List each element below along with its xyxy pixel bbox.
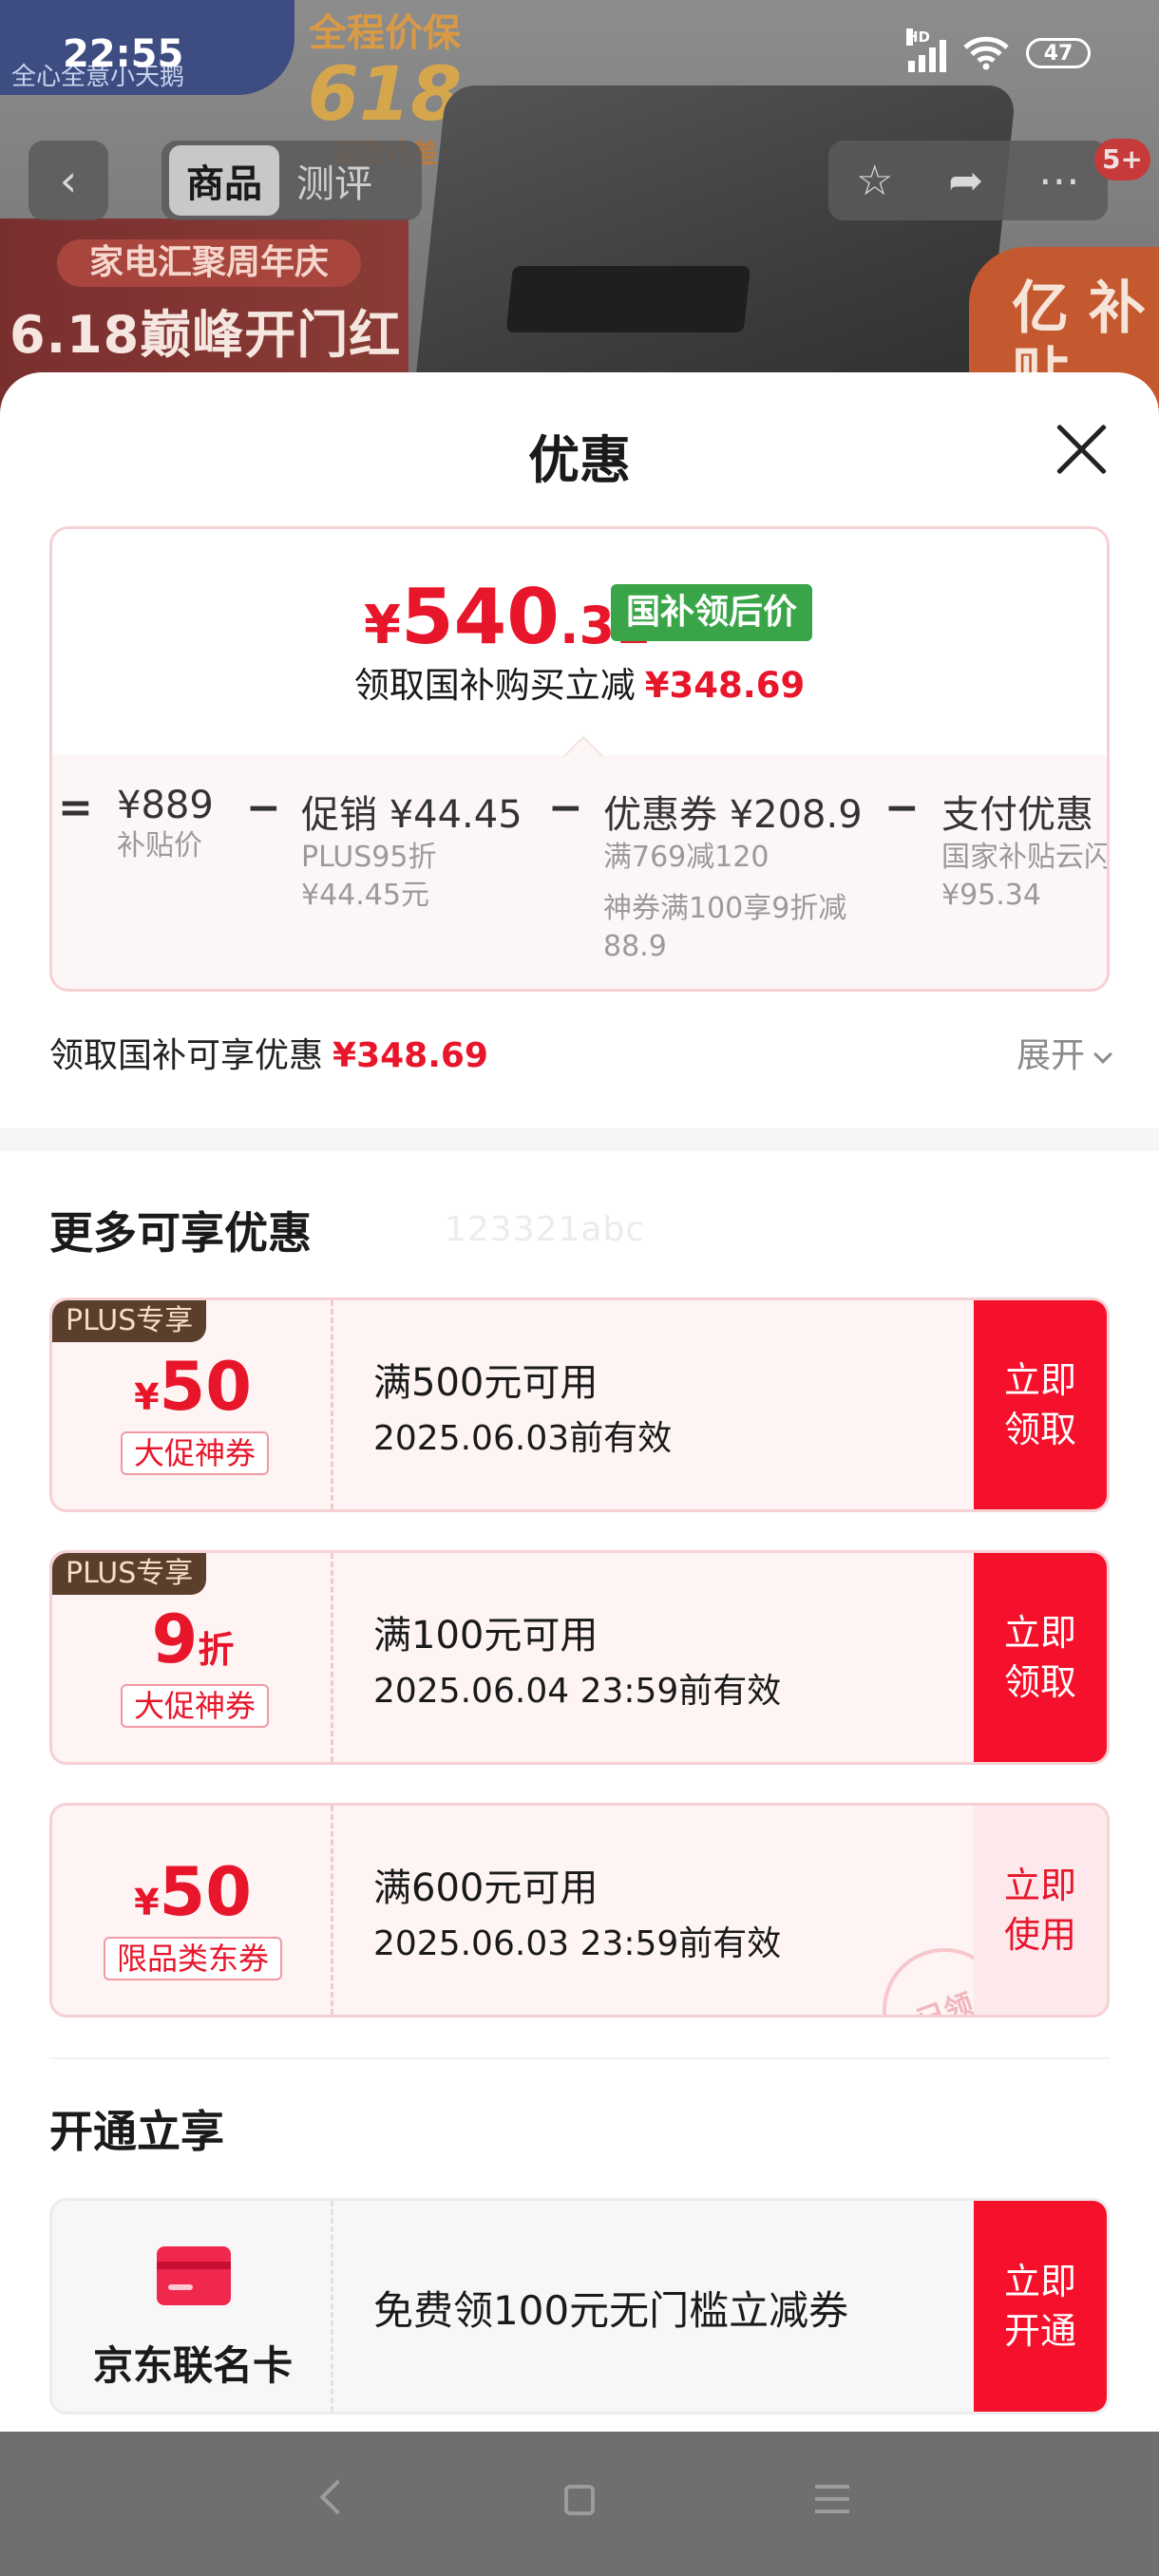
open-card-button[interactable]: 立即 开通 bbox=[974, 2201, 1107, 2412]
nav-actions: ☆ ➦ ⋯ bbox=[828, 141, 1108, 220]
system-nav-bar bbox=[0, 2432, 1159, 2576]
battery-icon: 47 bbox=[1026, 38, 1091, 68]
more-icon[interactable]: ⋯ bbox=[1038, 157, 1080, 205]
coupon-amount: ¥50 bbox=[134, 1853, 252, 1931]
system-back-icon[interactable] bbox=[319, 2479, 355, 2515]
discount-sheet: 优惠 ¥540.31 国补领后价 领取国补购买立减 ¥348.69 = ¥889 … bbox=[0, 372, 1159, 2432]
coupon-expire: 2025.06.03前有效 bbox=[373, 1419, 673, 1458]
more-discounts-title: 更多可享优惠 bbox=[49, 1207, 312, 1259]
price-breakdown[interactable]: = ¥889 补贴价 − 促销 ¥44.45 PLUS95折 ¥44.45元 −… bbox=[52, 755, 1110, 989]
chevron-left-icon: ‹ bbox=[59, 155, 78, 206]
tab-review[interactable]: 测评 bbox=[279, 145, 390, 216]
message-badge: 5+ bbox=[1094, 139, 1150, 180]
breakdown-item: 优惠券 ¥208.9 满769减120 神券满100享9折减 88.9 bbox=[603, 793, 863, 963]
open-now-title: 开通立享 bbox=[49, 2106, 224, 2157]
price-summary-card: ¥540.31 国补领后价 领取国补购买立减 ¥348.69 = ¥889 补贴价… bbox=[49, 526, 1110, 992]
card-name: 京东联名卡 bbox=[92, 2342, 293, 2389]
coupon-expire: 2025.06.04 23:59前有效 bbox=[373, 1672, 782, 1711]
coupon-card: PLUS专享 9折 大促神券 满100元可用 2025.06.04 23:59前… bbox=[49, 1550, 1110, 1765]
watermark: 123321abc bbox=[445, 1210, 646, 1249]
coupon-amount: ¥50 bbox=[134, 1348, 252, 1426]
claim-coupon-button[interactable]: 立即 领取 bbox=[974, 1553, 1107, 1762]
tab-product[interactable]: 商品 bbox=[169, 145, 279, 216]
reduce-line: 领取国补购买立减 ¥348.69 bbox=[353, 665, 806, 706]
coupon-expire: 2025.06.03 23:59前有效 bbox=[373, 1924, 782, 1963]
plus-tag: PLUS专享 bbox=[52, 1553, 207, 1595]
chevron-down-icon bbox=[1093, 1045, 1112, 1064]
credit-card-icon bbox=[157, 2246, 231, 2305]
coupon-condition: 满600元可用 bbox=[373, 1866, 598, 1910]
breakdown-item: 支付优惠 ¥ 国家补贴云闪 ¥95.34 bbox=[941, 793, 1110, 912]
coupon-type-tag: 限品类东券 bbox=[104, 1937, 283, 1980]
status-time: 22:55 bbox=[63, 32, 184, 76]
status-icons: HD 47 bbox=[906, 28, 1091, 72]
subsidy-enjoy-row: 领取国补可享优惠 ¥348.69 展开 bbox=[49, 1028, 1112, 1085]
wifi-icon bbox=[963, 36, 1009, 70]
claim-coupon-button[interactable]: 立即 领取 bbox=[974, 1300, 1107, 1509]
gov-subsidy-tag: 国补领后价 bbox=[611, 584, 813, 641]
back-button[interactable]: ‹ bbox=[28, 141, 108, 220]
card-offer-desc: 免费领100元无门槛立减券 bbox=[373, 2287, 849, 2334]
favorite-star-icon[interactable]: ☆ bbox=[856, 157, 893, 205]
sheet-title: 优惠 bbox=[528, 430, 631, 490]
coupon-card: ¥50 限品类东券 满600元可用 2025.06.03 23:59前有效 已领… bbox=[49, 1803, 1110, 2017]
breakdown-item: ¥889 补贴价 bbox=[117, 784, 214, 862]
coupon-condition: 满100元可用 bbox=[373, 1614, 598, 1657]
breakdown-item: 促销 ¥44.45 PLUS95折 ¥44.45元 bbox=[301, 793, 522, 912]
coupon-type-tag: 大促神券 bbox=[121, 1431, 270, 1475]
system-menu-icon[interactable] bbox=[815, 2485, 849, 2513]
coupon-card: PLUS专享 ¥50 大促神券 满500元可用 2025.06.03前有效 立即… bbox=[49, 1297, 1110, 1512]
final-price: ¥540.31 bbox=[364, 573, 651, 661]
system-home-icon[interactable] bbox=[564, 2485, 595, 2515]
close-icon[interactable] bbox=[1053, 420, 1110, 477]
plus-tag: PLUS专享 bbox=[52, 1300, 207, 1342]
coupon-condition: 满500元可用 bbox=[373, 1361, 598, 1405]
use-coupon-button[interactable]: 立即 使用 bbox=[974, 1806, 1107, 2015]
product-tabs: 商品 测评 bbox=[162, 141, 422, 220]
expand-button[interactable]: 展开 bbox=[1016, 1028, 1112, 1077]
share-icon[interactable]: ➦ bbox=[948, 157, 983, 205]
signal-icon: HD bbox=[906, 28, 946, 72]
co-brand-card-offer: 京东联名卡 免费领100元无门槛立减券 立即 开通 bbox=[49, 2198, 1110, 2415]
coupon-amount: 9折 bbox=[151, 1601, 235, 1678]
coupon-type-tag: 大促神券 bbox=[121, 1684, 270, 1728]
